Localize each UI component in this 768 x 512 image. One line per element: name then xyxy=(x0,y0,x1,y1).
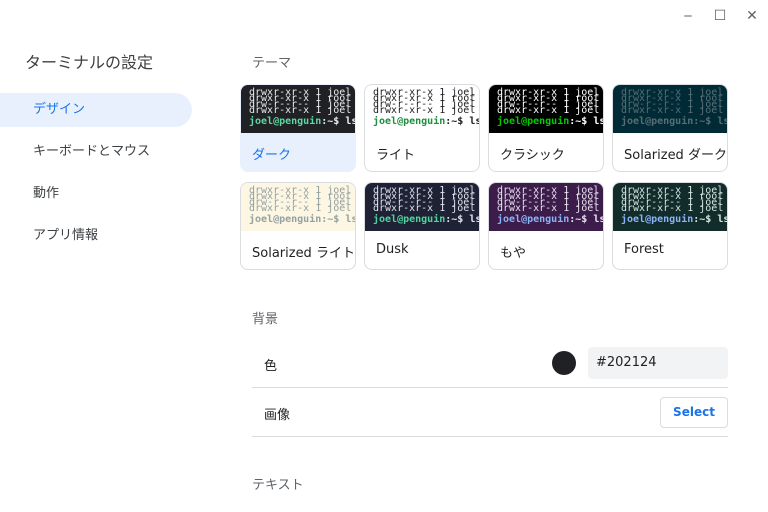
prompt-command: :~$ ls xyxy=(693,214,727,225)
sidebar-item-keyboard-mouse[interactable]: キーボードとマウス xyxy=(0,135,192,169)
preview-prompt: joel@penguin:~$ ls xyxy=(249,116,355,128)
theme-name: Forest xyxy=(624,242,664,257)
sidebar-item-about[interactable]: アプリ情報 xyxy=(0,219,192,253)
theme-card[interactable]: drwxr-xr-x 1 joel drwxr-xr-x 1 root drw-r-… xyxy=(240,182,356,270)
preview-prompt: joel@penguin:~$ ls xyxy=(621,214,727,226)
prompt-user: joel@penguin xyxy=(621,214,694,225)
text-heading: テキスト xyxy=(252,478,304,493)
prompt-command: :~$ ls xyxy=(569,214,603,225)
background-heading: 背景 xyxy=(252,312,279,327)
prompt-user: joel@penguin xyxy=(497,214,570,225)
theme-heading: テーマ xyxy=(252,56,292,71)
theme-preview: drwxr-xr-x 1 joel drwxr-xr-x 1 root drw-r-… xyxy=(489,85,603,133)
theme-card[interactable]: drwxr-xr-x 1 joel drwxr-xr-x 1 root drw-r-… xyxy=(240,84,356,172)
preview-prompt: joel@penguin:~$ ls xyxy=(373,214,479,226)
prompt-user: joel@penguin xyxy=(373,214,446,225)
select-image-button[interactable]: Select xyxy=(660,397,728,428)
page-title: ターミナルの設定 xyxy=(25,53,154,72)
preview-line: drwxr-xr-x 1 joel xyxy=(621,203,724,214)
prompt-command: :~$ ls xyxy=(569,116,603,127)
prompt-user: joel@penguin xyxy=(621,116,694,127)
theme-card[interactable]: drwxr-xr-x 1 joel drwxr-xr-x 1 root drw-r-… xyxy=(364,182,480,270)
preview-line: drwxr-xr-x 1 joel xyxy=(249,105,352,116)
preview-line: drwxr-xr-x 1 joel xyxy=(373,203,476,214)
theme-card[interactable]: drwxr-xr-x 1 joel drwxr-xr-x 1 root drw-r-… xyxy=(612,182,728,270)
theme-card[interactable]: drwxr-xr-x 1 joel drwxr-xr-x 1 root drw-r-… xyxy=(364,84,480,172)
theme-preview: drwxr-xr-x 1 joel drwxr-xr-x 1 root drw-r-… xyxy=(613,85,727,133)
sidebar-item-design[interactable]: デザイン xyxy=(0,93,192,127)
prompt-user: joel@penguin xyxy=(249,214,322,225)
title-bar: ‒ ☐ ✕ xyxy=(0,0,768,32)
color-input[interactable]: #202124 xyxy=(588,347,728,379)
theme-name: クラシック xyxy=(500,148,565,163)
color-label: 色 xyxy=(264,359,278,374)
theme-card[interactable]: drwxr-xr-x 1 joel drwxr-xr-x 1 root drw-r-… xyxy=(488,182,604,270)
preview-prompt: joel@penguin:~$ ls xyxy=(249,214,355,226)
theme-name: ライト xyxy=(376,148,416,163)
close-icon[interactable]: ✕ xyxy=(742,6,762,26)
background-color-row: 色 #202124 xyxy=(252,339,728,388)
prompt-command: :~$ ls xyxy=(321,214,355,225)
preview-prompt: joel@penguin:~$ ls xyxy=(621,116,727,128)
theme-name: Solarized ライト xyxy=(252,246,355,261)
preview-line: drwxr-xr-x 1 joel xyxy=(373,105,476,116)
theme-grid: drwxr-xr-x 1 joel drwxr-xr-x 1 root drw-r-… xyxy=(240,84,728,270)
image-label: 画像 xyxy=(264,408,291,423)
sidebar-item-behavior[interactable]: 動作 xyxy=(0,177,192,211)
background-image-row: 画像 Select xyxy=(252,388,728,437)
theme-preview: drwxr-xr-x 1 joel drwxr-xr-x 1 root drw-r-… xyxy=(241,183,355,231)
theme-name: もや xyxy=(500,246,527,261)
theme-preview: drwxr-xr-x 1 joel drwxr-xr-x 1 root drw-r-… xyxy=(365,183,479,231)
preview-line: drwxr-xr-x 1 joel xyxy=(497,203,600,214)
theme-preview: drwxr-xr-x 1 joel drwxr-xr-x 1 root drw-r-… xyxy=(241,85,355,133)
preview-line: drwxr-xr-x 1 joel xyxy=(621,105,724,116)
preview-line: drwxr-xr-x 1 joel xyxy=(249,203,352,214)
maximize-icon[interactable]: ☐ xyxy=(710,6,730,26)
theme-name: Dusk xyxy=(376,242,409,257)
prompt-command: :~$ ls xyxy=(445,214,479,225)
color-swatch[interactable] xyxy=(552,351,576,375)
sidebar: デザイン キーボードとマウス 動作 アプリ情報 xyxy=(0,93,192,261)
prompt-user: joel@penguin xyxy=(497,116,570,127)
theme-card[interactable]: drwxr-xr-x 1 joel drwxr-xr-x 1 root drw-r-… xyxy=(488,84,604,172)
prompt-command: :~$ ls xyxy=(445,116,479,127)
preview-prompt: joel@penguin:~$ ls xyxy=(497,116,603,128)
theme-name: Solarized ダーク xyxy=(624,148,727,163)
theme-card[interactable]: drwxr-xr-x 1 joel drwxr-xr-x 1 root drw-r-… xyxy=(612,84,728,172)
theme-preview: drwxr-xr-x 1 joel drwxr-xr-x 1 root drw-r-… xyxy=(489,183,603,231)
prompt-user: joel@penguin xyxy=(373,116,446,127)
theme-preview: drwxr-xr-x 1 joel drwxr-xr-x 1 root drw-r-… xyxy=(613,183,727,231)
preview-prompt: joel@penguin:~$ ls xyxy=(373,116,479,128)
theme-preview: drwxr-xr-x 1 joel drwxr-xr-x 1 root drw-r-… xyxy=(365,85,479,133)
preview-line: drwxr-xr-x 1 joel xyxy=(497,105,600,116)
prompt-command: :~$ ls xyxy=(693,116,727,127)
prompt-user: joel@penguin xyxy=(249,116,322,127)
minimize-icon[interactable]: ‒ xyxy=(678,6,698,26)
prompt-command: :~$ ls xyxy=(321,116,355,127)
theme-name: ダーク xyxy=(252,148,292,163)
preview-prompt: joel@penguin:~$ ls xyxy=(497,214,603,226)
